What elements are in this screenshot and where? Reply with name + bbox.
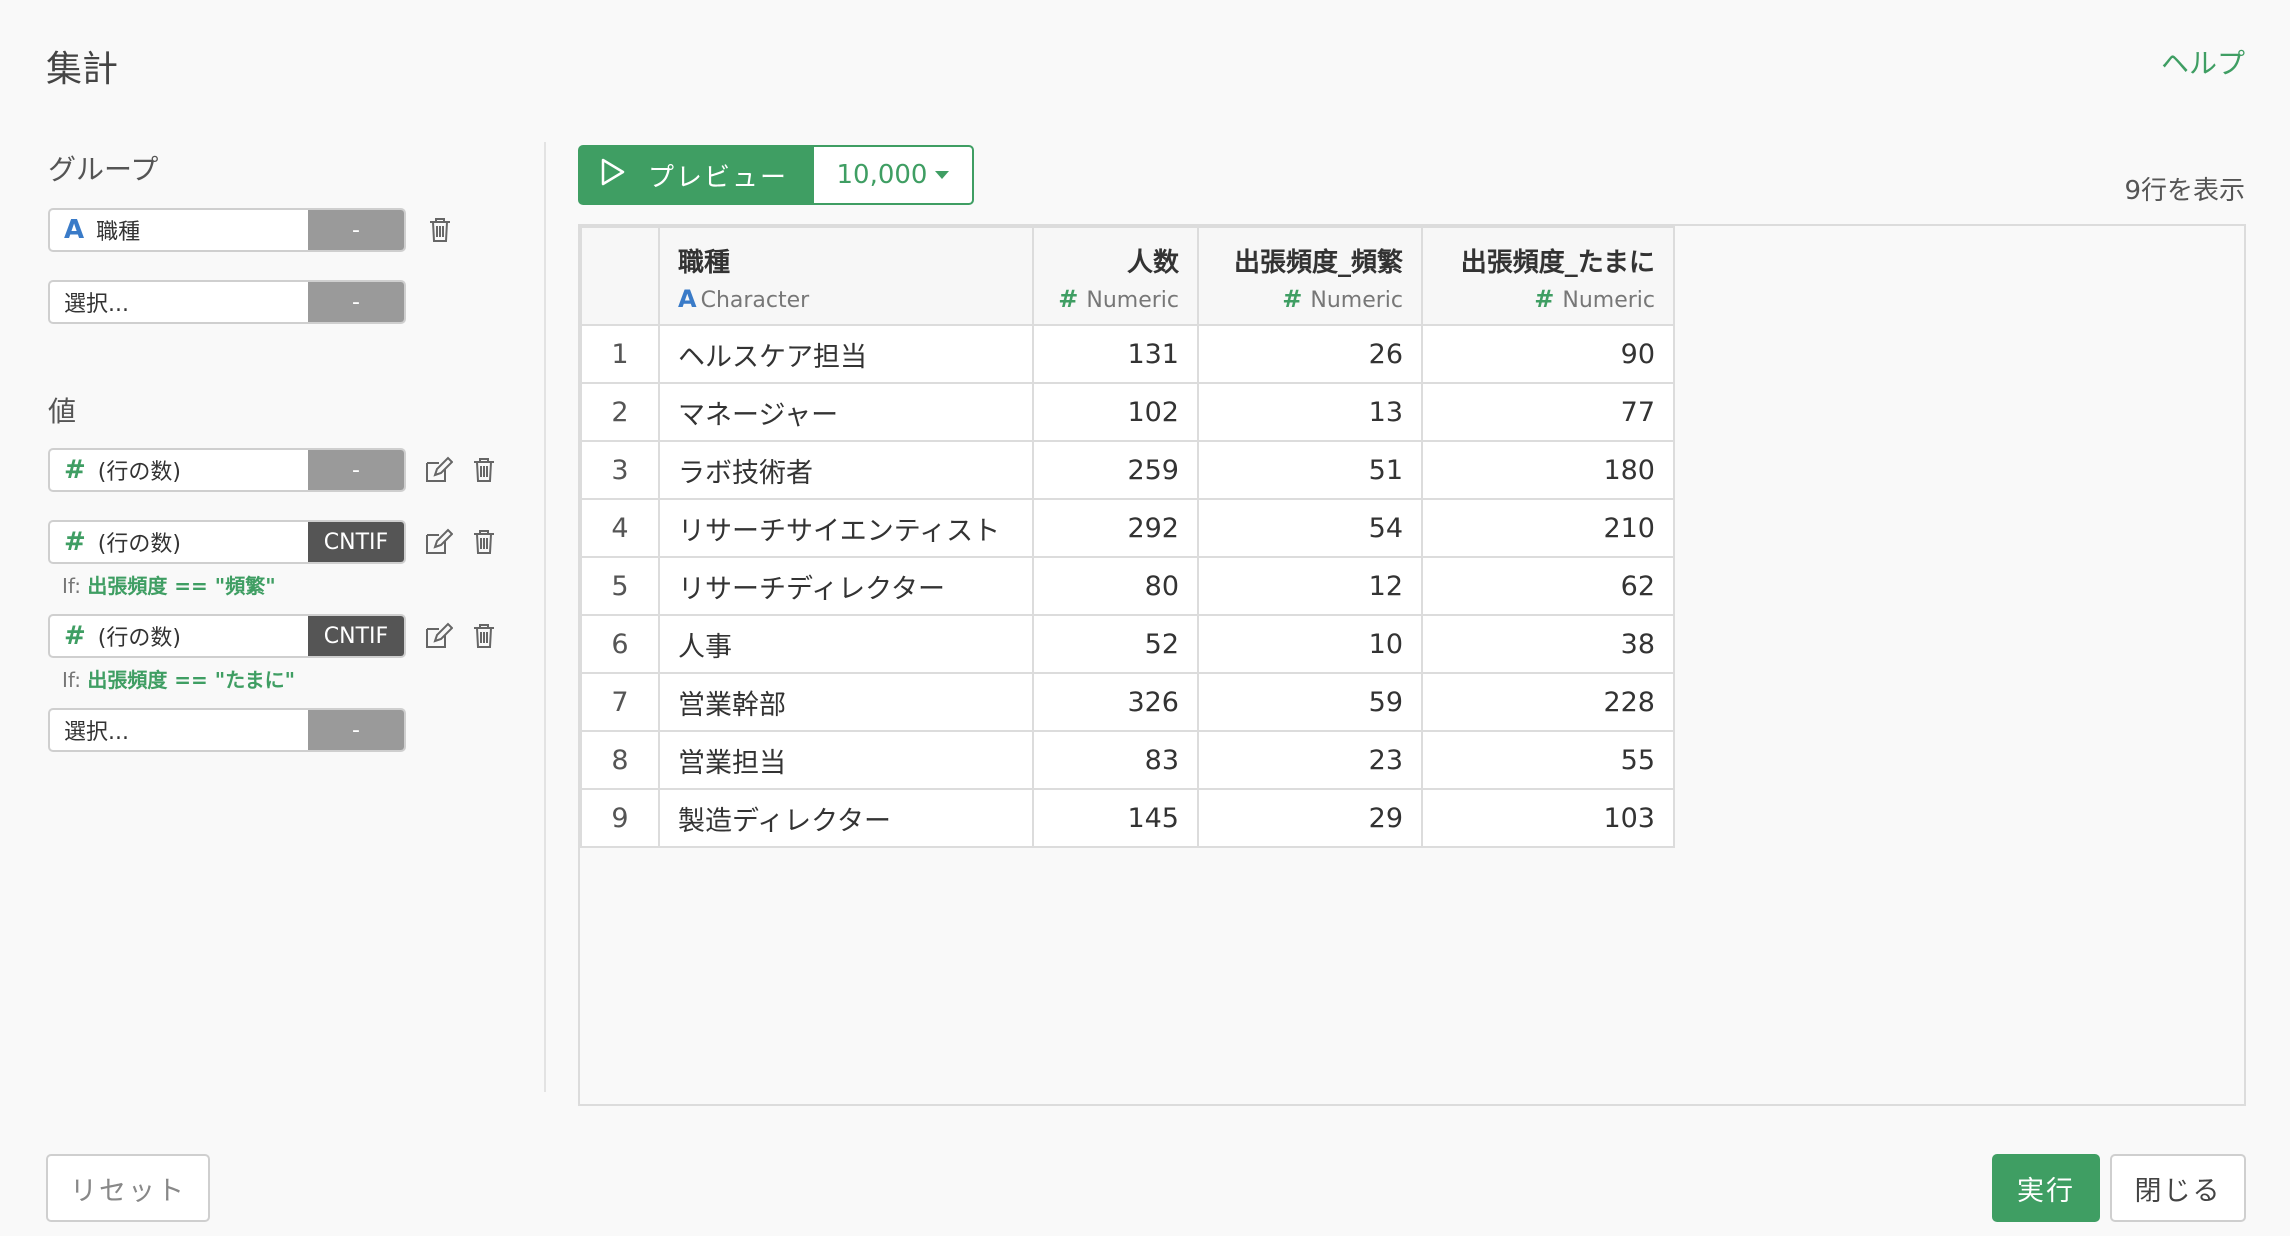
value-select-function-button[interactable]: - <box>308 710 404 750</box>
edit-icon[interactable] <box>422 454 454 486</box>
value-field-name: (行の数) <box>97 626 181 651</box>
preview-table: 職種 A Character 人数 # Numeric 出張頻度_頻繁 # Numer… <box>580 226 1675 848</box>
numeric-type-icon: # <box>64 455 86 485</box>
table-row: 8 営業担当 83 23 55 <box>580 730 1675 790</box>
table-row: 2 マネージャー 102 13 77 <box>580 382 1675 442</box>
delete-group-icon[interactable] <box>424 214 456 246</box>
numeric-type-icon: # <box>64 527 86 557</box>
numeric-type-icon: # <box>1282 285 1303 313</box>
table-row: 7 営業幹部 326 59 228 <box>580 672 1675 732</box>
table-row: 1 ヘルスケア担当 131 26 90 <box>580 324 1675 384</box>
value-select-placeholder: 選択... <box>64 720 129 745</box>
column-header-2[interactable]: 人数 # Numeric <box>1032 226 1199 326</box>
value-field-2[interactable]: # (行の数) CNTIF <box>48 520 406 564</box>
value-section-label: 値 <box>48 395 77 428</box>
value-field-name: (行の数) <box>97 532 181 557</box>
chevron-down-icon <box>935 171 950 179</box>
index-header <box>580 226 660 326</box>
group-field-1[interactable]: A 職種 - <box>48 208 406 252</box>
close-button[interactable]: 閉じる <box>2110 1154 2246 1222</box>
row-count-label: 9行を表示 <box>2124 176 2245 206</box>
play-icon <box>600 158 626 193</box>
delete-value-icon[interactable] <box>468 526 500 558</box>
character-type-icon: A <box>678 285 697 313</box>
numeric-type-icon: # <box>1058 285 1079 313</box>
cntif-function-button[interactable]: CNTIF <box>308 522 404 562</box>
page-title: 集計 <box>46 49 119 90</box>
column-header-4[interactable]: 出張頻度_たまに # Numeric <box>1421 226 1675 326</box>
reset-button[interactable]: リセット <box>46 1154 210 1222</box>
character-type-icon: A <box>64 215 85 245</box>
edit-icon[interactable] <box>422 620 454 652</box>
table-row: 5 リサーチディレクター 80 12 62 <box>580 556 1675 616</box>
table-row: 9 製造ディレクター 145 29 103 <box>580 788 1675 848</box>
numeric-type-icon: # <box>64 621 86 651</box>
group-select-field[interactable]: 選択... - <box>48 280 406 324</box>
run-button[interactable]: 実行 <box>1992 1154 2100 1222</box>
preview-label: プレビュー <box>648 162 789 193</box>
group-function-button[interactable]: - <box>308 210 404 250</box>
group-section-label: グループ <box>48 153 159 186</box>
value-function-button[interactable]: - <box>308 450 404 490</box>
condition-text: If: 出張頻度 == "頻繁" <box>62 574 276 598</box>
value-field-name: (行の数) <box>97 460 181 485</box>
help-link[interactable]: ヘルプ <box>2161 42 2245 82</box>
delete-value-icon[interactable] <box>468 620 500 652</box>
panel-divider <box>544 142 546 1092</box>
preview-button[interactable]: プレビュー <box>578 145 814 205</box>
condition-text: If: 出張頻度 == "たまに" <box>62 668 296 692</box>
preview-rows-value: 10,000 <box>836 160 928 190</box>
preview-table-frame: 職種 A Character 人数 # Numeric 出張頻度_頻繁 # Numer… <box>578 224 2246 1106</box>
edit-icon[interactable] <box>422 526 454 558</box>
preview-rows-select[interactable]: 10,000 <box>814 145 974 205</box>
value-select-field[interactable]: 選択... - <box>48 708 406 752</box>
table-header-row: 職種 A Character 人数 # Numeric 出張頻度_頻繁 # Numer… <box>580 226 1675 326</box>
column-header-1[interactable]: 職種 A Character <box>658 226 1034 326</box>
table-row: 6 人事 52 10 38 <box>580 614 1675 674</box>
value-field-3[interactable]: # (行の数) CNTIF <box>48 614 406 658</box>
table-row: 4 リサーチサイエンティスト 292 54 210 <box>580 498 1675 558</box>
group-select-placeholder: 選択... <box>64 292 129 317</box>
delete-value-icon[interactable] <box>468 454 500 486</box>
column-header-3[interactable]: 出張頻度_頻繁 # Numeric <box>1197 226 1423 326</box>
table-row: 3 ラボ技術者 259 51 180 <box>580 440 1675 500</box>
group-select-function-button[interactable]: - <box>308 282 404 322</box>
group-field-name: 職種 <box>96 220 141 245</box>
value-field-1[interactable]: # (行の数) - <box>48 448 406 492</box>
cntif-function-button[interactable]: CNTIF <box>308 616 404 656</box>
numeric-type-icon: # <box>1534 285 1555 313</box>
